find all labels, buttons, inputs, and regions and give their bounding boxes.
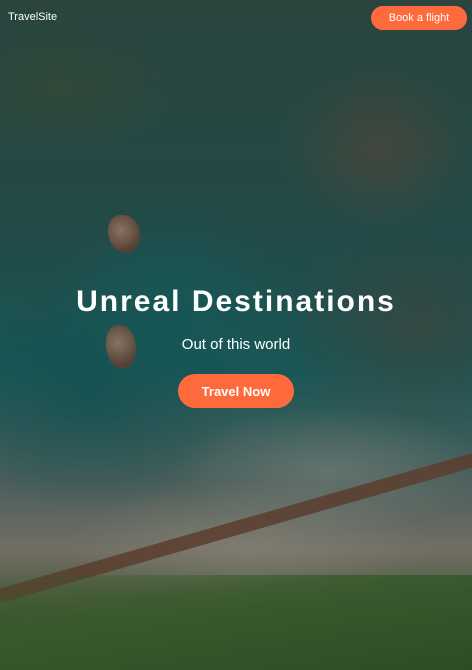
top-navbar: TravelSite Book a flight bbox=[0, 0, 472, 36]
hero-content: Unreal Destinations Out of this world Tr… bbox=[0, 280, 472, 408]
travel-now-button[interactable]: Travel Now bbox=[178, 374, 294, 408]
hero-tagline: Out of this world bbox=[181, 336, 291, 353]
brand-logo[interactable]: TravelSite bbox=[8, 11, 57, 23]
hero-headline: Unreal Destinations bbox=[76, 285, 396, 318]
book-flight-button[interactable]: Book a flight bbox=[371, 6, 467, 30]
hero-section: TravelSite Book a flight Unreal Destinat… bbox=[0, 0, 472, 670]
